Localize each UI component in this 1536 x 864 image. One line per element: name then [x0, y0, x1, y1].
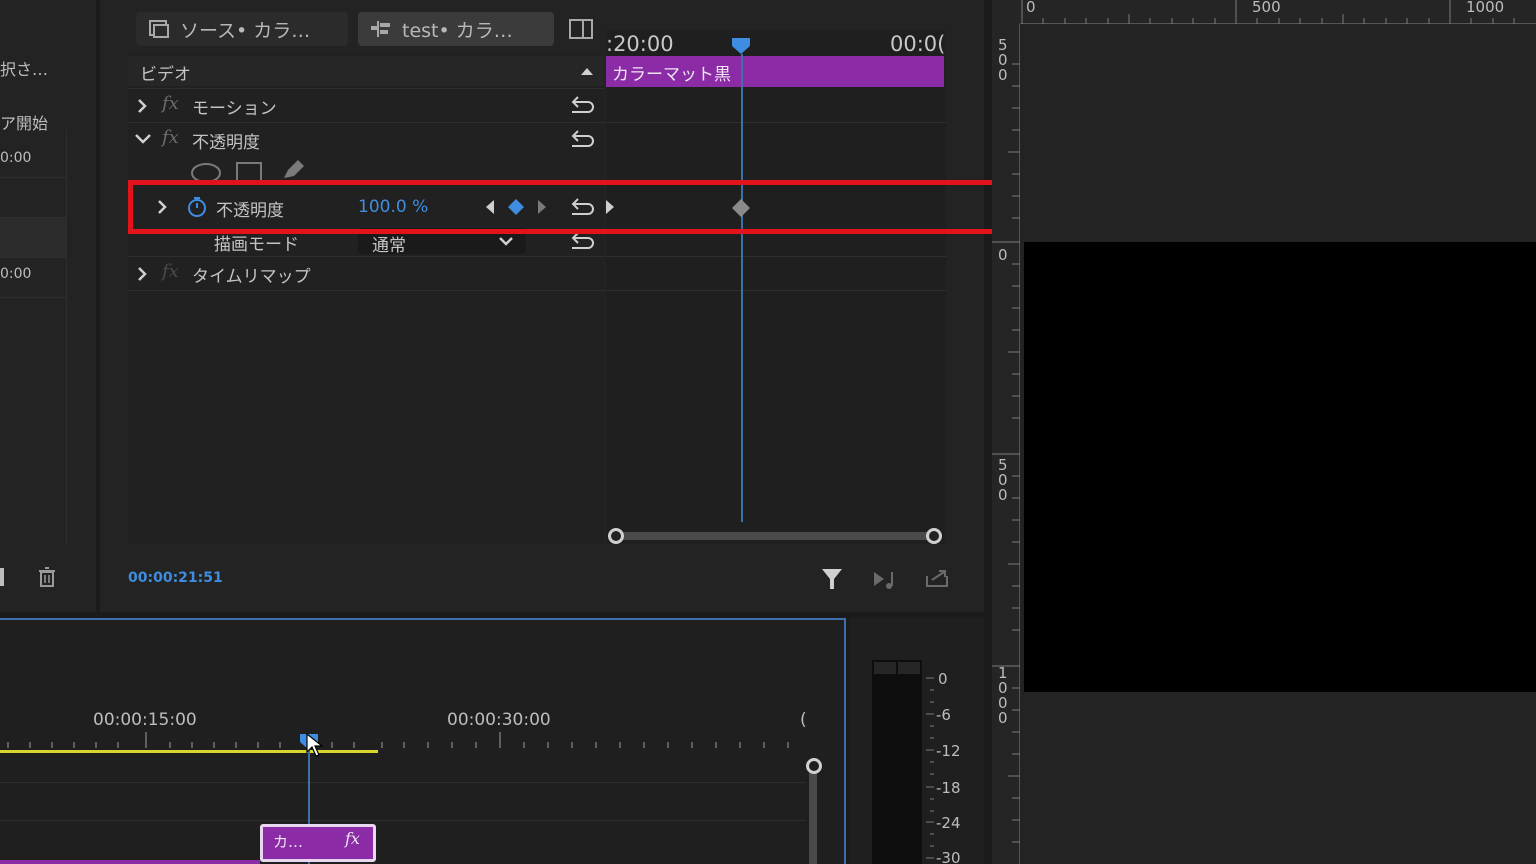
section-header: ビデオ — [128, 56, 604, 86]
clip-name: カラーマット黒 — [612, 65, 731, 85]
ruler-horizontal: 0 500 1000 — [1020, 0, 1536, 24]
effect-label-opacity: 不透明度 — [192, 133, 260, 153]
tab-source[interactable]: ソース• カラ… — [136, 12, 348, 46]
timecode-label: :20:00 — [606, 32, 674, 56]
icon-fragment — [0, 568, 4, 586]
collapse-up-icon[interactable] — [580, 66, 594, 76]
timeline-clip[interactable]: カ… fx — [260, 824, 376, 862]
list-item[interactable]: 0:00 — [0, 138, 66, 178]
audio-meter: 0 -6 -12 -18 -24 -30 — [850, 618, 984, 864]
time-ruler-label: 00:00:15:00 — [93, 710, 197, 730]
db-label: -30 — [936, 849, 961, 864]
effect-controls-panel: ソース• カラ… test• カラ… ビデオ fx モーション fx 不透明度 … — [100, 0, 984, 612]
list-item-time: 0:00 — [0, 150, 32, 166]
effect-row-motion[interactable]: fx モーション — [128, 90, 604, 122]
effect-label-motion: モーション — [192, 99, 277, 119]
vertical-scrollbar[interactable] — [809, 772, 817, 864]
section-label-video: ビデオ — [140, 65, 191, 85]
effect-label-time-remap: タイムリマップ — [192, 267, 311, 287]
clip-bar[interactable]: カラーマット黒 — [606, 56, 944, 87]
effect-row-opacity[interactable]: fx 不透明度 — [128, 124, 604, 156]
ellipse-mask-icon[interactable] — [190, 160, 222, 182]
scrollbar-handle-right[interactable] — [926, 528, 942, 544]
source-clip-icon — [149, 20, 169, 38]
ruler-corner — [992, 0, 1020, 24]
scrollbar-handle[interactable] — [806, 758, 822, 774]
playhead-icon[interactable] — [730, 36, 752, 56]
meter-bars — [872, 660, 922, 864]
highlight-box — [128, 180, 1000, 234]
tab-source-label: ソース• カラ… — [180, 19, 311, 42]
reset-icon[interactable] — [568, 94, 596, 116]
db-label: -24 — [936, 814, 961, 832]
export-icon[interactable] — [924, 566, 950, 590]
meter-scale-ticks — [926, 677, 934, 859]
track-divider — [0, 782, 806, 783]
clip-strip — [0, 860, 260, 864]
meter-peak-left — [874, 662, 896, 674]
effect-row-time-remap[interactable]: fx タイムリマップ — [128, 258, 604, 290]
trash-icon[interactable] — [37, 566, 57, 588]
time-ruler-label: ( — [800, 710, 807, 730]
list-item-time: 0:00 — [0, 266, 32, 282]
db-label: -6 — [936, 706, 951, 724]
video-frame — [1024, 242, 1536, 692]
zoom-scrollbar[interactable] — [616, 532, 934, 540]
time-ruler-label: 00:00:30:00 — [447, 710, 551, 730]
ruler-ticks — [992, 63, 1020, 843]
db-label: 0 — [938, 670, 948, 688]
fx-icon: fx — [162, 127, 179, 148]
playhead-line — [741, 54, 743, 522]
chevron-down-icon[interactable] — [134, 132, 152, 146]
tab-sequence-label: test• カラ… — [402, 19, 513, 42]
timecode-label-right: 00:0( — [890, 32, 946, 56]
timeline-clip-label: カ… — [273, 833, 304, 851]
fx-icon: fx — [162, 93, 179, 114]
tab-sequence[interactable]: test• カラ… — [358, 12, 554, 46]
list-item[interactable]: 0:00 — [0, 258, 66, 298]
panel-toggle-icon[interactable] — [568, 18, 594, 40]
chevron-right-icon[interactable] — [136, 98, 148, 114]
ruler-vertical: 500 0 500 1000 — [992, 24, 1020, 864]
pen-mask-icon[interactable] — [280, 158, 308, 182]
filter-icon[interactable] — [820, 566, 844, 592]
fx-icon: fx — [162, 261, 179, 282]
db-label: -18 — [936, 779, 961, 797]
mouse-cursor-icon — [306, 732, 324, 757]
left-text-2: ア開始 — [0, 114, 49, 133]
rectangle-mask-icon[interactable] — [234, 160, 264, 182]
program-monitor: 0 500 1000 500 0 500 1000 — [992, 0, 1536, 864]
left-text-1: 択さ… — [0, 60, 49, 79]
list-item[interactable] — [0, 178, 66, 218]
scrollbar-handle-left[interactable] — [608, 528, 624, 544]
ruler-ticks — [1021, 0, 1515, 24]
blend-mode-value: 通常 — [372, 236, 406, 256]
sequence-icon — [371, 21, 390, 37]
list-item-selected[interactable] — [0, 218, 66, 258]
divider — [66, 130, 67, 544]
chevron-right-icon[interactable] — [136, 266, 148, 282]
reset-icon[interactable] — [568, 128, 596, 150]
meter-peak-right — [898, 662, 920, 674]
current-timecode[interactable]: 00:00:21:51 — [128, 570, 223, 586]
track-divider — [0, 820, 806, 821]
fx-badge: fx — [345, 829, 360, 848]
keyframe-area — [606, 30, 946, 544]
project-panel: 択さ… ア開始 0:00 0:00 — [0, 0, 96, 612]
play-audio-icon[interactable] — [872, 568, 900, 590]
db-label: -12 — [936, 742, 961, 760]
chevron-down-icon — [499, 237, 513, 246]
timeline-panel: 00:00:15:00 00:00:30:00 ( カ… fx — [0, 618, 846, 864]
timecode-label-clip: 00:0( — [890, 32, 946, 58]
